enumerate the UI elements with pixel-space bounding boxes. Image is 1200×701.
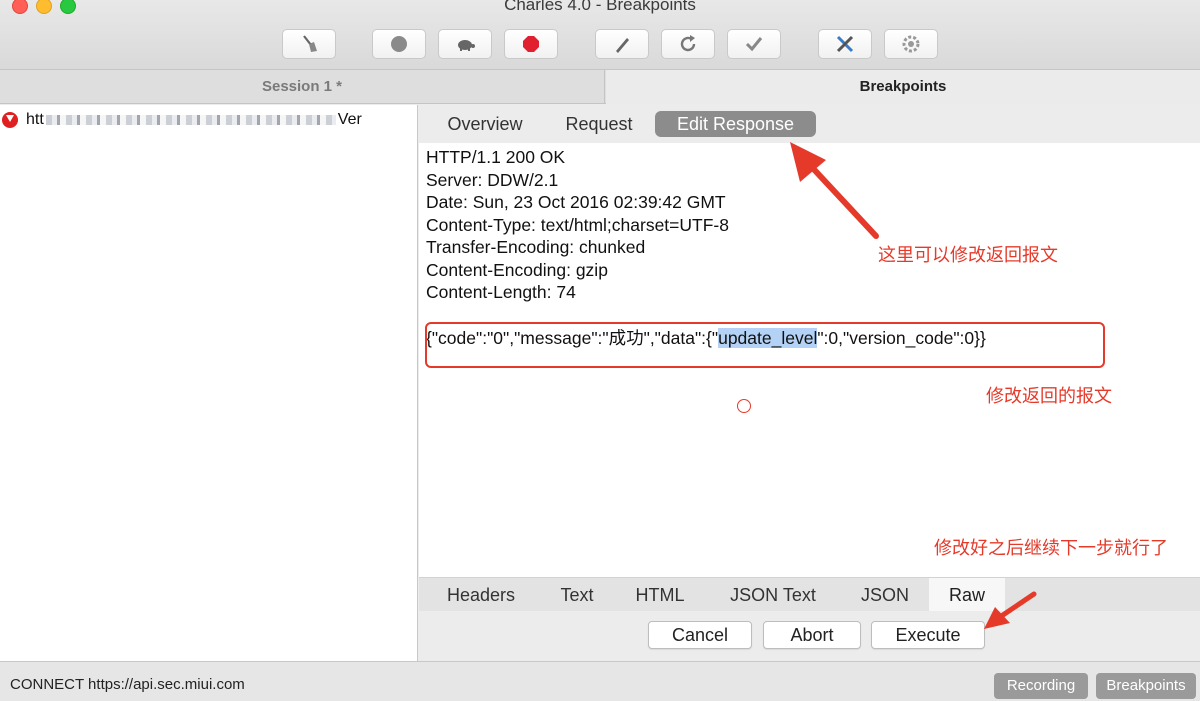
tab-html[interactable]: HTML xyxy=(623,578,697,612)
tab-session[interactable]: Session 1 * xyxy=(0,70,605,104)
tab-overview[interactable]: Overview xyxy=(435,111,535,137)
abort-button[interactable]: Abort xyxy=(763,621,861,649)
editor-tabs: Overview Request Edit Response xyxy=(419,105,1200,143)
response-header-line: Content-Type: text/html;charset=UTF-8 xyxy=(426,215,729,235)
execute-button[interactable]: Execute xyxy=(871,621,985,649)
breakpoints-status-button[interactable]: Breakpoints xyxy=(1096,673,1196,699)
validate-button[interactable] xyxy=(727,29,781,59)
turtle-icon xyxy=(458,40,475,51)
response-header-line: Server: DDW/2.1 xyxy=(426,170,559,190)
tools-icon xyxy=(836,35,854,53)
breakpoint-actions: Cancel Abort Execute xyxy=(419,611,1200,661)
clear-session-button[interactable] xyxy=(282,29,336,59)
record-button[interactable] xyxy=(372,29,426,59)
response-header-line: Transfer-Encoding: chunked xyxy=(426,237,646,257)
tab-text[interactable]: Text xyxy=(543,578,611,612)
body-annotation: 修改返回的报文 xyxy=(986,386,1112,407)
settings-button[interactable] xyxy=(884,29,938,59)
window-tabs: Session 1 * Breakpoints xyxy=(0,70,1200,104)
list-item[interactable]: htt Ver xyxy=(0,109,417,131)
tab-raw[interactable]: Raw xyxy=(929,578,1005,612)
recording-status-button[interactable]: Recording xyxy=(994,673,1088,699)
request-url-suffix: Ver xyxy=(337,111,362,128)
tab-headers[interactable]: Headers xyxy=(431,578,531,612)
tab-edit-response[interactable]: Edit Response xyxy=(655,111,816,137)
tab-request[interactable]: Request xyxy=(553,111,645,137)
record-icon xyxy=(391,36,407,52)
redacted-url xyxy=(45,115,336,125)
title-bar: Charles 4.0 - Breakpoints xyxy=(0,0,1200,70)
tools-button[interactable] xyxy=(818,29,872,59)
status-bar: CONNECT https://api.sec.miui.com Recordi… xyxy=(0,661,1200,701)
highlight-box xyxy=(425,322,1105,368)
tab-json[interactable]: JSON xyxy=(847,578,923,612)
response-header-line: Content-Encoding: gzip xyxy=(426,260,608,280)
edit-response-annotation: 这里可以修改返回报文 xyxy=(878,245,1058,266)
repeat-button[interactable] xyxy=(661,29,715,59)
request-url-prefix: htt xyxy=(26,111,44,128)
breakpoint-icon xyxy=(2,112,18,128)
compose-button[interactable] xyxy=(595,29,649,59)
breakpoints-button[interactable] xyxy=(504,29,558,59)
response-header-line: Date: Sun, 23 Oct 2016 02:39:42 GMT xyxy=(426,192,726,212)
tab-breakpoints[interactable]: Breakpoints xyxy=(606,70,1200,104)
view-tabs: Headers Text HTML JSON Text JSON Raw xyxy=(419,577,1200,612)
throttle-button[interactable] xyxy=(438,29,492,59)
status-message: CONNECT https://api.sec.miui.com xyxy=(10,676,245,693)
check-icon xyxy=(745,37,763,52)
cancel-button[interactable]: Cancel xyxy=(648,621,752,649)
tab-json-text[interactable]: JSON Text xyxy=(715,578,831,612)
execute-annotation: 修改好之后继续下一步就行了 xyxy=(934,538,1168,559)
response-header-line: HTTP/1.1 200 OK xyxy=(426,147,566,167)
window-title: Charles 4.0 - Breakpoints xyxy=(504,0,696,14)
request-list: htt Ver xyxy=(0,105,418,661)
response-header-line: Content-Length: 74 xyxy=(426,282,576,302)
click-indicator xyxy=(737,399,751,413)
stop-icon xyxy=(523,36,539,52)
refresh-icon xyxy=(680,35,696,52)
broom-icon xyxy=(303,35,317,52)
pen-icon xyxy=(616,38,629,53)
gear-icon xyxy=(902,35,920,53)
